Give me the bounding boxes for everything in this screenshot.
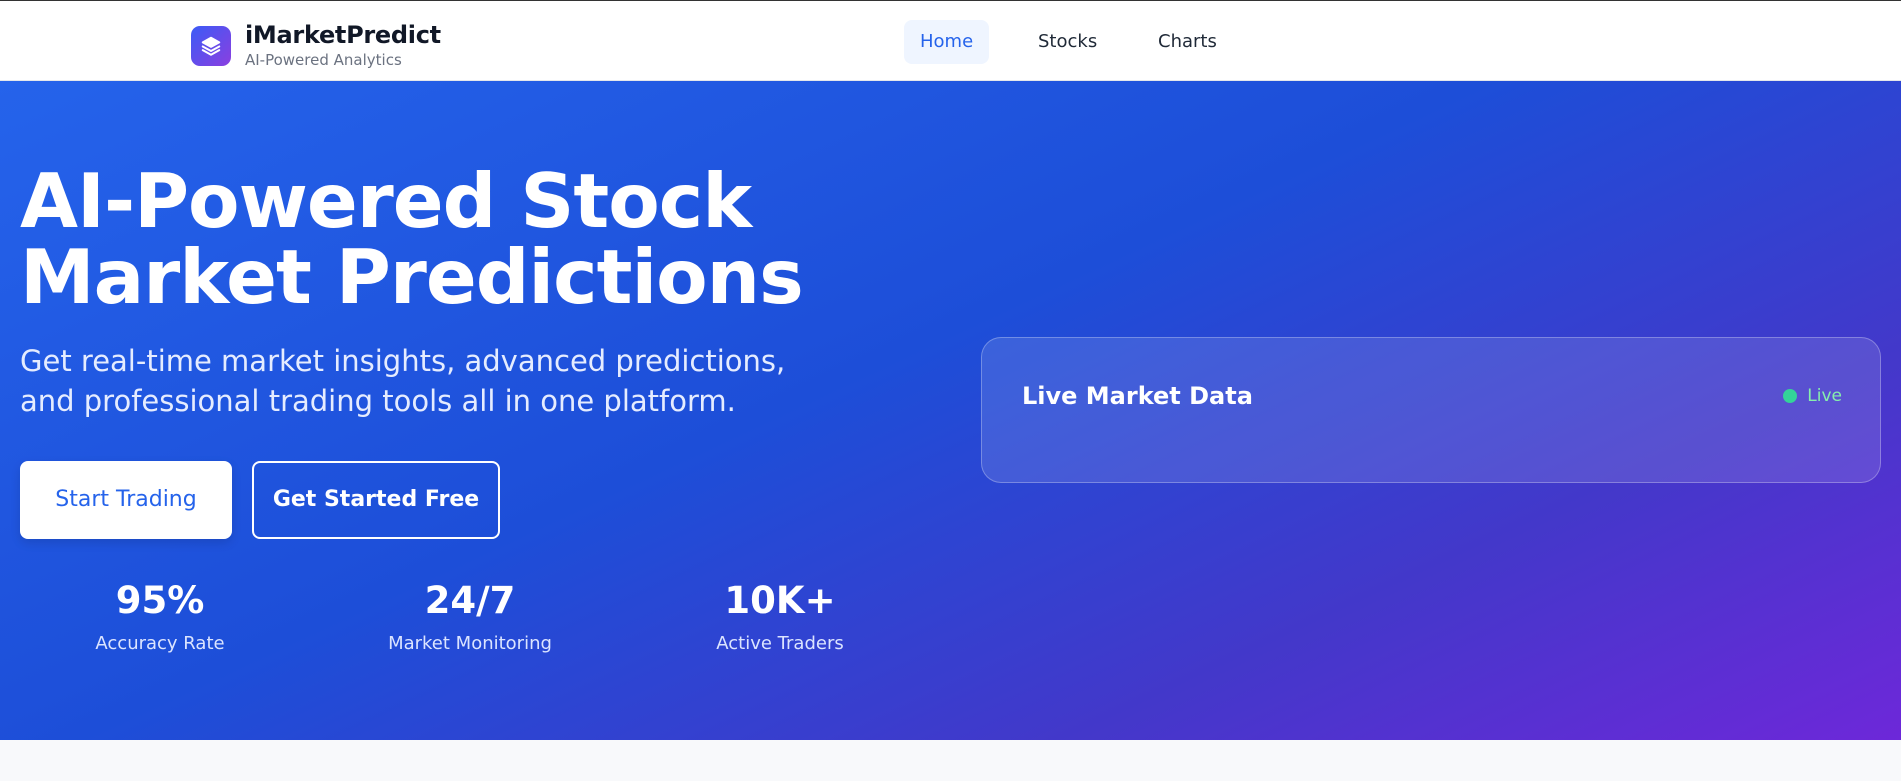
- live-dot-icon: [1783, 389, 1798, 403]
- top-navbar: iMarketPredict AI-Powered Analytics Home…: [0, 1, 1901, 81]
- get-started-free-button[interactable]: Get Started Free: [252, 461, 500, 539]
- hero-section: AI-Powered Stock Market Predictions Get …: [0, 81, 1901, 740]
- stat-label: Accuracy Rate: [95, 633, 225, 654]
- stat-value: 10K+: [724, 579, 836, 622]
- live-market-card: Live Market Data Live: [981, 337, 1881, 483]
- stat-accuracy: 95% Accuracy Rate: [40, 579, 280, 654]
- stat-label: Market Monitoring: [388, 633, 552, 654]
- live-status: Live: [1783, 386, 1842, 406]
- layers-icon: [191, 25, 231, 66]
- hero-title: AI-Powered Stock Market Predictions: [20, 157, 804, 321]
- live-status-label: Live: [1807, 386, 1842, 406]
- brand-tagline: AI-Powered Analytics: [245, 51, 402, 69]
- brand[interactable]: iMarketPredict AI-Powered Analytics: [191, 21, 441, 70]
- stat-value: 24/7: [424, 579, 516, 622]
- nav-stocks[interactable]: Stocks: [1022, 20, 1113, 64]
- stat-traders: 10K+ Active Traders: [660, 579, 900, 654]
- stat-label: Active Traders: [716, 633, 844, 654]
- stat-monitoring: 24/7 Market Monitoring: [350, 579, 590, 654]
- card-title: Live Market Data: [1022, 382, 1253, 410]
- brand-name: iMarketPredict: [245, 21, 441, 49]
- start-trading-button[interactable]: Start Trading: [20, 461, 232, 539]
- stat-value: 95%: [115, 579, 205, 622]
- nav-home[interactable]: Home: [904, 20, 990, 64]
- nav-charts[interactable]: Charts: [1142, 20, 1233, 64]
- hero-subtitle: Get real-time market insights, advanced …: [20, 344, 786, 418]
